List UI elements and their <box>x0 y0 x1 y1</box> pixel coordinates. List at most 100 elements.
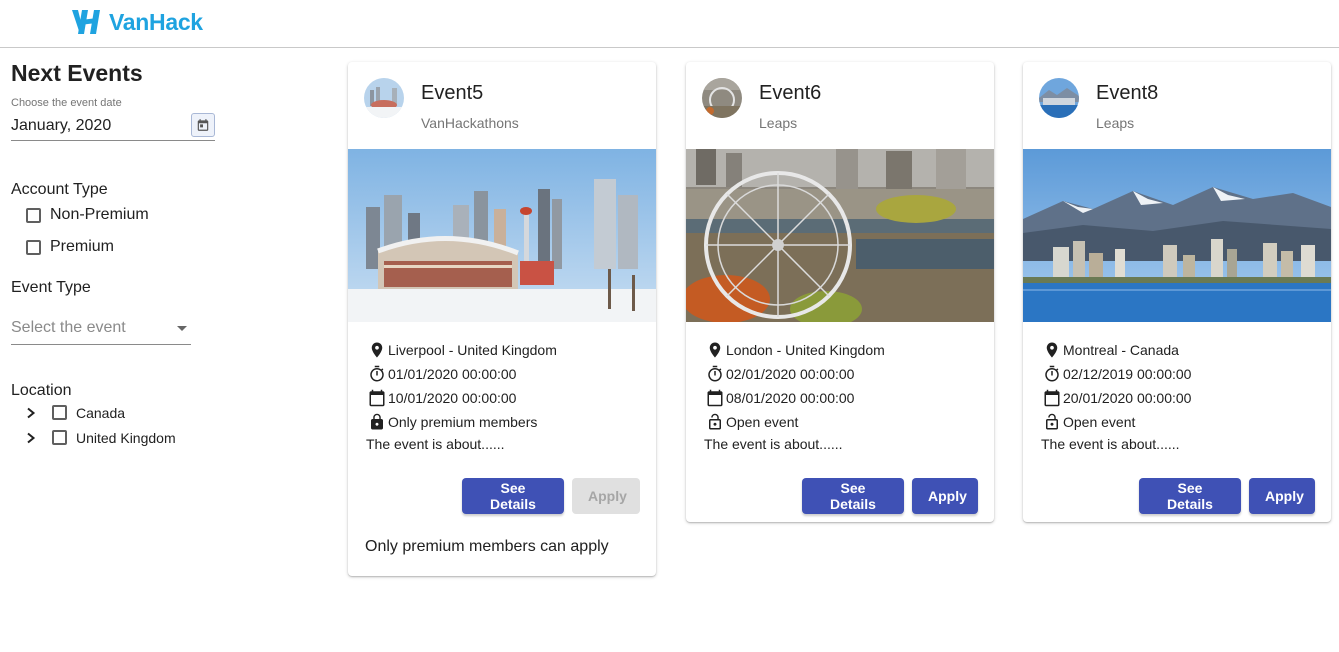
avatar <box>364 78 404 118</box>
event-type-select[interactable]: Select the event <box>11 311 191 345</box>
card-header: Event8 Leaps <box>1023 62 1331 149</box>
location-pin-icon <box>1041 339 1063 361</box>
dropdown-arrow-icon[interactable] <box>177 326 187 331</box>
card-header: Event5 VanHackathons <box>348 62 656 149</box>
event-title: Event5 <box>421 82 484 104</box>
event-card: Event6 Leaps London - United Kingdom 02/… <box>686 62 994 522</box>
event-type-label: Event Type <box>11 279 91 296</box>
end-row: 20/01/2020 00:00:00 <box>1041 386 1315 410</box>
access-row: Open event <box>1041 410 1315 434</box>
lock-open-icon <box>704 411 726 433</box>
event-end: 20/01/2020 00:00:00 <box>1063 390 1192 406</box>
calendar-icon <box>366 387 388 409</box>
event-access: Only premium members <box>388 414 538 430</box>
lock-icon <box>366 411 388 433</box>
event-image <box>348 149 656 322</box>
event-card: Event5 VanHackathons Liverpool - United … <box>348 62 656 576</box>
location-pin-icon <box>704 339 726 361</box>
card-actions: See Details Apply <box>348 452 656 522</box>
location-label: Location <box>11 382 72 399</box>
location-tree-item[interactable]: United Kingdom <box>11 425 251 450</box>
timer-icon <box>704 363 726 385</box>
chevron-right-icon[interactable] <box>25 432 37 444</box>
timer-icon <box>1041 363 1063 385</box>
event-info: Montreal - Canada 02/12/2019 00:00:00 20… <box>1023 322 1331 452</box>
event-end: 10/01/2020 00:00:00 <box>388 390 517 406</box>
account-type-label: Account Type <box>11 181 108 198</box>
location-pin-icon <box>366 339 388 361</box>
event-image <box>686 149 994 322</box>
non-premium-checkbox[interactable] <box>26 207 41 223</box>
brand-name: VanHack <box>109 8 203 35</box>
location-row: Liverpool - United Kingdom <box>366 338 640 362</box>
page-title: Next Events <box>11 60 143 86</box>
filter-sidebar: Next Events Choose the event date Januar… <box>11 60 251 450</box>
top-bar: VanHack <box>0 0 1339 48</box>
apply-button[interactable]: Apply <box>912 478 978 514</box>
access-row: Open event <box>704 410 978 434</box>
non-premium-label[interactable]: Non-Premium <box>50 206 149 224</box>
see-details-button[interactable]: See Details <box>1139 478 1241 514</box>
end-row: 08/01/2020 00:00:00 <box>704 386 978 410</box>
premium-only-note: Only premium members can apply <box>365 538 609 555</box>
event-category: Leaps <box>1096 115 1135 131</box>
location-tree-item[interactable]: Canada <box>11 400 251 425</box>
calendar-icon <box>704 387 726 409</box>
event-image <box>1023 149 1331 322</box>
account-type-option[interactable]: Non-Premium <box>11 199 251 231</box>
avatar <box>702 78 742 118</box>
event-info: Liverpool - United Kingdom 01/01/2020 00… <box>348 322 656 452</box>
canada-label[interactable]: Canada <box>76 405 125 421</box>
see-details-button[interactable]: See Details <box>462 478 564 514</box>
calendar-picker-button[interactable] <box>191 113 215 137</box>
premium-label[interactable]: Premium <box>50 238 114 256</box>
premium-checkbox[interactable] <box>26 239 41 255</box>
avatar <box>1039 78 1079 118</box>
united-kingdom-label[interactable]: United Kingdom <box>76 430 176 446</box>
event-category: VanHackathons <box>421 115 519 131</box>
event-access: Open event <box>726 414 799 430</box>
apply-button[interactable]: Apply <box>1249 478 1315 514</box>
event-date-field[interactable]: January, 2020 <box>11 109 215 141</box>
timer-icon <box>366 363 388 385</box>
event-description: The event is about...... <box>704 436 843 452</box>
apply-button[interactable]: Apply <box>572 478 640 514</box>
event-title: Event8 <box>1096 82 1159 104</box>
canada-checkbox[interactable] <box>52 405 67 420</box>
calendar-icon <box>197 119 209 131</box>
date-caption: Choose the event date <box>11 97 122 109</box>
see-details-button[interactable]: See Details <box>802 478 904 514</box>
event-category: Leaps <box>759 115 798 131</box>
event-info: London - United Kingdom 02/01/2020 00:00… <box>686 322 994 452</box>
event-date-value[interactable]: January, 2020 <box>11 117 111 135</box>
event-description: The event is about...... <box>366 436 505 452</box>
chevron-right-icon[interactable] <box>25 407 37 419</box>
event-card: Event8 Leaps Montreal - Canada 02/12/201… <box>1023 62 1331 522</box>
location-row: Montreal - Canada <box>1041 338 1315 362</box>
event-location: Montreal - Canada <box>1063 342 1179 358</box>
event-start: 02/12/2019 00:00:00 <box>1063 366 1192 382</box>
event-type-placeholder[interactable]: Select the event <box>11 319 126 337</box>
event-location: London - United Kingdom <box>726 342 885 358</box>
card-actions: See Details Apply <box>1023 452 1331 522</box>
end-row: 10/01/2020 00:00:00 <box>366 386 640 410</box>
event-location: Liverpool - United Kingdom <box>388 342 557 358</box>
calendar-icon <box>1041 387 1063 409</box>
lock-open-icon <box>1041 411 1063 433</box>
start-row: 02/01/2020 00:00:00 <box>704 362 978 386</box>
event-start: 02/01/2020 00:00:00 <box>726 366 855 382</box>
access-row: Only premium members <box>366 410 640 434</box>
event-title: Event6 <box>759 82 822 104</box>
location-row: London - United Kingdom <box>704 338 978 362</box>
account-type-option[interactable]: Premium <box>11 231 251 263</box>
vanhack-logo[interactable]: VanHack <box>70 7 203 37</box>
united-kingdom-checkbox[interactable] <box>52 430 67 445</box>
start-row: 01/01/2020 00:00:00 <box>366 362 640 386</box>
vanhack-logo-icon <box>72 10 100 34</box>
start-row: 02/12/2019 00:00:00 <box>1041 362 1315 386</box>
event-start: 01/01/2020 00:00:00 <box>388 366 517 382</box>
event-end: 08/01/2020 00:00:00 <box>726 390 855 406</box>
event-access: Open event <box>1063 414 1136 430</box>
card-actions: See Details Apply <box>686 452 994 522</box>
card-header: Event6 Leaps <box>686 62 994 149</box>
